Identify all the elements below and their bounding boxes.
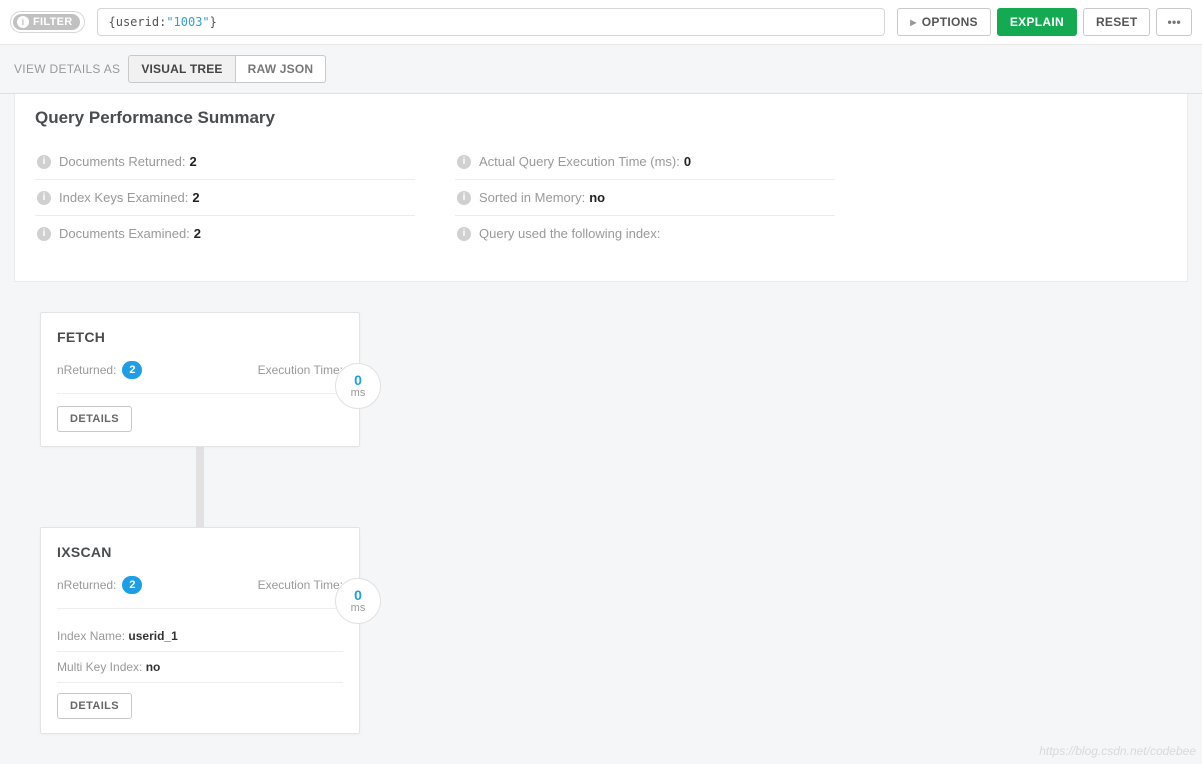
exec-time-label: Execution Time: <box>258 363 343 377</box>
nreturned-label: nReturned: <box>57 363 116 377</box>
stat-docs-examined: iDocuments Examined:2 <box>35 216 415 251</box>
info-icon: i <box>457 227 471 241</box>
filter-query-input[interactable]: {userid:"1003"} <box>97 8 885 36</box>
filter-badge-label: FILTER <box>33 16 72 28</box>
options-label: OPTIONS <box>922 15 978 29</box>
divider <box>57 608 343 609</box>
details-button[interactable]: DETAILS <box>57 693 132 719</box>
plan-stage-fetch: FETCH nReturned:2 Execution Time: 0 ms D… <box>40 312 360 447</box>
tab-visual-tree[interactable]: VISUAL TREE <box>128 55 235 83</box>
stat-index-keys: iIndex Keys Examined:2 <box>35 180 415 216</box>
plan-stage-ixscan: IXSCAN nReturned:2 Execution Time: 0 ms … <box>40 527 360 734</box>
summary-card: Query Performance Summary iDocuments Ret… <box>14 94 1188 282</box>
stage-title: IXSCAN <box>57 544 343 560</box>
caret-right-icon: ▶ <box>910 18 916 27</box>
plan-area: FETCH nReturned: 2 Execution Time: 0 ms D… <box>0 282 1202 764</box>
info-icon: i <box>37 191 51 205</box>
exec-time-circle: 0 ms <box>335 363 381 409</box>
summary-left-col: iDocuments Returned:2 iIndex Keys Examin… <box>35 144 415 251</box>
info-icon: i <box>17 16 29 28</box>
stat-exec-time: iActual Query Execution Time (ms):0 <box>455 144 835 180</box>
reset-button[interactable]: RESET <box>1083 8 1151 36</box>
exec-time-circle: 0 ms <box>335 578 381 624</box>
info-icon: i <box>37 155 51 169</box>
nreturned-chip: 2 <box>122 576 142 594</box>
info-icon: i <box>37 227 51 241</box>
multikey-row: Multi Key Index: no <box>57 652 343 683</box>
nreturned-label: nReturned: <box>57 578 116 592</box>
summary-right-col: iActual Query Execution Time (ms):0 iSor… <box>455 144 835 251</box>
filter-pill: i FILTER <box>10 11 85 33</box>
stat-sorted-memory: iSorted in Memory:no <box>455 180 835 216</box>
tab-raw-json[interactable]: RAW JSON <box>236 55 327 83</box>
filter-badge: i FILTER <box>13 14 80 30</box>
options-button[interactable]: ▶ OPTIONS <box>897 8 991 36</box>
index-name-row: Index Name: userid_1 <box>57 621 343 652</box>
view-bar: VIEW DETAILS AS VISUAL TREE RAW JSON <box>0 45 1202 94</box>
more-button[interactable]: ••• <box>1156 8 1192 36</box>
watermark: https://blog.csdn.net/codebee <box>1039 744 1196 758</box>
stat-docs-returned: iDocuments Returned:2 <box>35 144 415 180</box>
nreturned-chip: 2 <box>122 361 142 379</box>
filter-bar: i FILTER {userid:"1003"} ▶ OPTIONS EXPLAI… <box>0 0 1202 45</box>
stage-connector <box>196 447 204 527</box>
details-button[interactable]: DETAILS <box>57 406 132 432</box>
summary-title: Query Performance Summary <box>35 108 1167 128</box>
stage-title: FETCH <box>57 329 343 345</box>
explain-button[interactable]: EXPLAIN <box>997 8 1077 36</box>
view-tabs: VISUAL TREE RAW JSON <box>128 55 326 83</box>
info-icon: i <box>457 155 471 169</box>
info-icon: i <box>457 191 471 205</box>
divider <box>57 393 343 394</box>
exec-time-label: Execution Time: <box>258 578 343 592</box>
stat-index-used: iQuery used the following index: <box>455 216 835 251</box>
view-label: VIEW DETAILS AS <box>14 62 120 76</box>
